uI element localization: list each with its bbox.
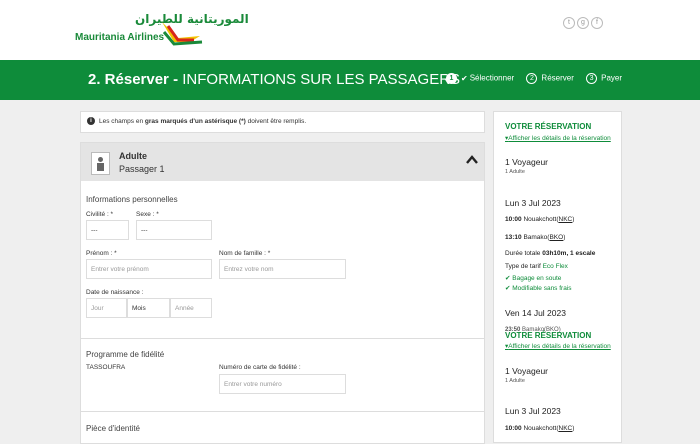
outbound-date-repeat: Lun 3 Jul 2023	[505, 406, 561, 416]
arrival-code: BKO	[549, 234, 564, 241]
page-title-text: INFORMATIONS SUR LES PASSAGERS	[182, 71, 461, 88]
social-links: tgf	[563, 11, 605, 29]
show-details-link[interactable]: ▾Afficher les détails de la réservation	[505, 342, 611, 350]
airline-logo[interactable]: الموريتانية للطيران Mauritania Airlines	[75, 12, 249, 48]
personal-info-title: Informations personnelles	[86, 195, 178, 204]
step-select[interactable]: 1 ✔ Sélectionner	[446, 73, 514, 84]
show-details-text: Afficher les détails de la réservation	[508, 343, 611, 350]
feature-text: Bagage en soute	[512, 275, 562, 282]
traveller-count: 1 Voyageur	[505, 157, 549, 167]
section-divider	[81, 411, 484, 412]
first-name-label: Prénom : *	[86, 250, 117, 257]
check-icon: ✔	[461, 73, 468, 83]
step-book: 2 Réserver	[526, 73, 574, 84]
arrival-time: 13:10	[505, 234, 522, 241]
outbound-departure: 10:00 Nouakchott(NKC)	[505, 216, 575, 223]
sex-label: Sexe : *	[136, 211, 159, 218]
passenger-number: Passager 1	[119, 164, 165, 174]
required-fields-notice: i Les champs en gras marqués d'un astéris…	[80, 111, 485, 133]
fare-value: Eco Flex	[542, 263, 568, 270]
chevron-up-icon[interactable]	[466, 155, 478, 165]
notice-text-end: doivent être remplis.	[247, 118, 307, 125]
departure-code: NKC	[558, 425, 573, 432]
page-title: 2. Réserver - INFORMATIONS SUR LES PASSA…	[88, 71, 460, 88]
birth-date-label: Date de naissance :	[86, 289, 144, 296]
step-pay: 3 Payer	[586, 73, 622, 84]
traveller-breakdown: 1 Adulte	[505, 169, 525, 175]
summary-title: VOTRE RÉSERVATION	[505, 122, 592, 131]
passenger-type: Adulte	[119, 151, 147, 161]
departure-city: Nouakchott	[523, 216, 557, 223]
google-plus-icon[interactable]: g	[577, 17, 589, 29]
loyalty-card-input[interactable]: Entrer votre numéro	[219, 374, 346, 394]
sex-select[interactable]: ---	[136, 220, 212, 240]
feature-text: Modifiable sans frais	[512, 285, 572, 292]
summary-title-repeat: VOTRE RÉSERVATION	[505, 331, 592, 340]
top-header: الموريتانية للطيران Mauritania Airlines …	[0, 0, 700, 60]
last-name-label: Nom de famille : *	[219, 250, 271, 257]
civility-select[interactable]: ---	[86, 220, 129, 240]
departure-time: 10:00	[505, 425, 522, 432]
id-document-title: Pièce d'identité	[86, 424, 141, 433]
outbound-date: Lun 3 Jul 2023	[505, 198, 561, 208]
civility-label: Civilité : *	[86, 211, 114, 218]
passenger-header[interactable]: Adulte Passager 1	[81, 143, 484, 181]
loyalty-card-label: Numéro de carte de fidélité :	[219, 364, 301, 371]
step-number: 1	[446, 73, 457, 84]
outbound-departure-repeat: 10:00 Nouakchott(NKC)	[505, 425, 575, 432]
booking-summary: VOTRE RÉSERVATION ▾Afficher les détails …	[493, 111, 622, 443]
loyalty-title: Programme de fidélité	[86, 350, 165, 359]
birth-day-select[interactable]: Jour	[86, 298, 127, 318]
section-divider	[81, 338, 484, 339]
step-label: Sélectionner	[469, 73, 515, 83]
booking-progress-bar: 2. Réserver - INFORMATIONS SUR LES PASSA…	[0, 60, 700, 100]
logo-english-text: Mauritania Airlines	[75, 32, 165, 43]
twitter-icon[interactable]: t	[563, 17, 575, 29]
birth-year-select[interactable]: Année	[170, 298, 212, 318]
departure-time: 10:00	[505, 216, 522, 223]
show-details-text: Afficher les détails de la réservation	[508, 135, 611, 142]
info-icon: i	[87, 117, 95, 126]
departure-code: NKC	[558, 216, 573, 223]
passenger-form: Adulte Passager 1 Informations personnel…	[80, 142, 485, 444]
last-name-input[interactable]: Entrez votre nom	[219, 259, 346, 279]
page-title-step: 2. Réserver -	[88, 71, 179, 88]
fare-feature: ✔ Modifiable sans frais	[505, 284, 572, 292]
facebook-icon[interactable]: f	[591, 17, 603, 29]
return-date: Ven 14 Jul 2023	[505, 308, 566, 318]
arrival-city: Bamako	[523, 234, 548, 241]
step-number: 3	[586, 73, 598, 84]
fare-type: Type de tarif Eco Flex	[505, 263, 568, 270]
step-label: Réserver	[541, 73, 574, 83]
traveller-count-repeat: 1 Voyageur	[505, 366, 549, 376]
step-indicator: 1 ✔ Sélectionner 2 Réserver 3 Payer	[446, 73, 632, 84]
fare-label: Type de tarif	[505, 263, 541, 270]
person-icon	[91, 152, 110, 175]
logo-mark-icon	[162, 22, 203, 46]
loyalty-program-name: TASSOUFRA	[86, 364, 126, 371]
duration-label: Durée totale	[505, 250, 541, 257]
step-number: 2	[526, 73, 538, 84]
traveller-breakdown-repeat: 1 Adulte	[505, 378, 525, 384]
trip-duration: Durée totale 03h10m, 1 escale	[505, 250, 595, 257]
duration-value: 03h10m, 1 escale	[542, 250, 596, 257]
outbound-arrival: 13:10 Bamako(BKO)	[505, 234, 566, 241]
notice-text-start: Les champs en	[99, 118, 144, 125]
notice-text-bold: gras marqués d'un astérisque (*)	[144, 118, 246, 125]
fare-feature: ✔ Bagage en soute	[505, 274, 561, 282]
first-name-input[interactable]: Entrer votre prénom	[86, 259, 212, 279]
birth-month-select[interactable]: Mois	[127, 298, 170, 318]
show-details-link[interactable]: ▾Afficher les détails de la réservation	[505, 134, 611, 142]
step-label: Payer	[601, 73, 623, 83]
departure-city: Nouakchott	[523, 425, 557, 432]
